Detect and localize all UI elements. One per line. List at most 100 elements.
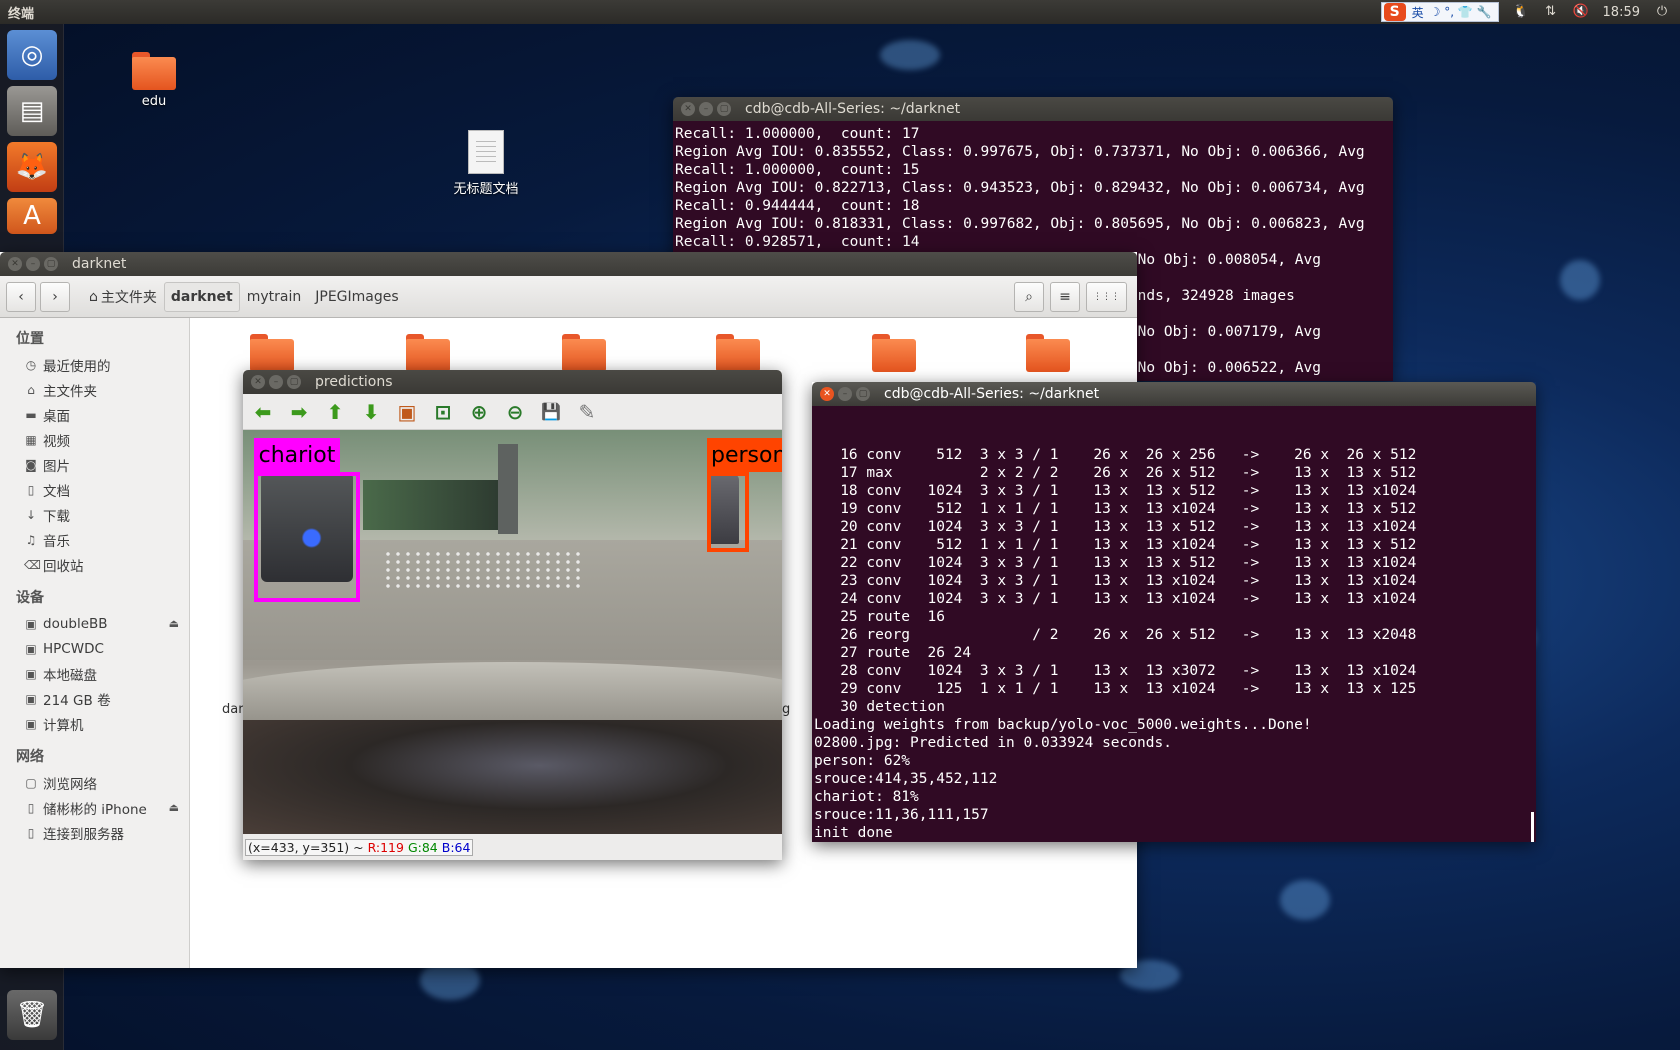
close-icon[interactable]: ✕ [251,375,265,389]
sidebar-item[interactable]: ▢ 浏览网络 [0,770,189,795]
sidebar-item-icon: ▣ [25,666,37,681]
trash-icon[interactable]: 🗑 [7,990,57,1040]
input-method-indicator[interactable]: S 英 ☽ °, 👕 🔧 [1380,2,1499,22]
sidebar-item[interactable]: ▣ 本地磁盘 [0,661,189,686]
predictions-titlebar[interactable]: ✕ – ▢ predictions [243,370,782,394]
terminal-front-titlebar[interactable]: ✕ – ▢ cdb@cdb-All-Series: ~/darknet [812,382,1536,406]
sidebar-item[interactable]: ♫ 音乐 [0,527,189,552]
eject-icon[interactable]: ⏏ [169,801,179,814]
folder-icon[interactable] [250,334,294,372]
sidebar-item[interactable]: ⌫ 回收站 [0,552,189,577]
eject-icon[interactable]: ⏏ [169,617,179,630]
zoom-reset-icon[interactable]: ▣ [395,400,419,424]
folder-icon[interactable] [716,334,760,372]
ime-extras: ☽ °, 👕 🔧 [1429,5,1492,19]
scene-balls [383,550,583,590]
sidebar-item[interactable]: ⌂ 主文件夹 [0,377,189,402]
folder-icon[interactable] [562,334,606,372]
zoom-out-icon[interactable]: ⊖ [503,400,527,424]
top-panel: 终端 S 英 ☽ °, 👕 🔧 🐧 ⇅ 🔇 18:59 ⏻ [0,0,1680,24]
sidebar-item-icon: ↓ [25,507,37,522]
maximize-icon[interactable]: ▢ [856,387,870,401]
file-manager-titlebar[interactable]: ✕ – ▢ darknet [0,252,1137,276]
terminal-back-titlebar[interactable]: ✕ – ▢ cdb@cdb-All-Series: ~/darknet [673,97,1393,121]
sidebar-item[interactable]: ▯ 连接到服务器 [0,820,189,845]
desktop-document[interactable]: 无标题文档 [444,130,528,197]
terminal-line: 18 conv 1024 3 x 3 / 1 13 x 13 x 512 -> … [814,483,1417,499]
terminal-line: 21 conv 512 1 x 1 / 1 13 x 13 x1024 -> 1… [814,537,1417,553]
pan-down-icon[interactable]: ⬇ [359,400,383,424]
maximize-icon[interactable]: ▢ [44,257,58,271]
network-icon[interactable]: ⇅ [1543,4,1559,20]
dash-icon[interactable]: ◎ [7,30,57,80]
list-view-icon[interactable]: ≡ [1050,281,1080,312]
sidebar-item[interactable]: ▯ 储彬彬的 iPhone ⏏ [0,795,189,820]
maximize-icon[interactable]: ▢ [717,102,731,116]
desktop-folder-label: edu [141,94,167,109]
predictions-window[interactable]: ✕ – ▢ predictions ⬅ ➡ ⬆ ⬇ ▣ ⊡ ⊕ ⊖ 💾 ✎ ch… [243,370,782,860]
sidebar-item[interactable]: ▣ 计算机 [0,711,189,736]
terminal-line: 27 route 26 24 [814,645,972,661]
firefox-icon[interactable]: 🦊 [7,142,57,192]
sidebar-item[interactable]: ▦ 视频 [0,427,189,452]
sidebar-item[interactable]: ◷ 最近使用的 [0,352,189,377]
clock[interactable]: 18:59 [1603,5,1640,20]
software-center-icon[interactable]: A [7,198,57,234]
pan-up-icon[interactable]: ⬆ [323,400,347,424]
folder-icon[interactable] [872,334,916,372]
sidebar-item[interactable]: ▣ doubleBB ⏏ [0,611,189,636]
minimize-icon[interactable]: – [838,387,852,401]
scene-foreground [243,720,782,834]
terminal-window-front[interactable]: ✕ – ▢ cdb@cdb-All-Series: ~/darknet 16 c… [812,382,1536,842]
sidebar-item-label: 音乐 [43,533,70,550]
minimize-icon[interactable]: – [26,257,40,271]
grid-view-icon[interactable]: ⋮⋮⋮ [1086,281,1127,312]
sidebar-item-icon: ◷ [25,357,37,372]
close-icon[interactable]: ✕ [681,102,695,116]
close-icon[interactable]: ✕ [8,257,22,271]
zoom-fit-icon[interactable]: ⊡ [431,400,455,424]
folder-icon[interactable] [406,334,450,372]
terminal-line: 20 conv 1024 3 x 3 / 1 13 x 13 x 512 -> … [814,519,1417,535]
pan-right-icon[interactable]: ➡ [287,400,311,424]
sidebar-item-icon: ▣ [25,616,37,631]
sidebar-item[interactable]: ▣ 214 GB 卷 [0,686,189,711]
sidebar-item-label: 文档 [43,483,70,500]
properties-icon[interactable]: ✎ [575,400,599,424]
sidebar-item-label: 储彬彬的 iPhone [43,801,147,818]
tux-icon[interactable]: 🐧 [1513,4,1529,20]
terminal-line: chariot: 81% [814,789,919,805]
sidebar-item[interactable]: ◙ 图片 [0,452,189,477]
minimize-icon[interactable]: – [699,102,713,116]
folder-icon[interactable] [1026,334,1070,372]
crumb-jpegimages[interactable]: JPEGImages [308,282,405,312]
maximize-icon[interactable]: ▢ [287,375,301,389]
crumb-mytrain[interactable]: mytrain [240,282,309,312]
terminal-front-output[interactable]: 16 conv 512 3 x 3 / 1 26 x 26 x 256 -> 2… [812,406,1536,842]
desktop-folder-edu[interactable]: edu [124,52,184,109]
sidebar-section-header: 网络 [16,749,44,765]
prediction-image[interactable]: chariot person [243,430,782,834]
sidebar-item-label: 桌面 [43,408,70,425]
volume-muted-icon[interactable]: 🔇 [1573,4,1589,20]
files-icon[interactable]: ▤ [7,86,57,136]
sidebar-item-icon: ▦ [25,432,37,447]
save-icon[interactable]: 💾 [539,400,563,424]
terminal-line: Region Avg IOU: 0.822713, Class: 0.94352… [675,180,1365,196]
minimize-icon[interactable]: – [269,375,283,389]
search-icon[interactable]: ⌕ [1014,281,1044,312]
terminal-scrollbar[interactable] [1531,812,1534,842]
forward-button[interactable]: › [40,281,70,312]
power-icon[interactable]: ⏻ [1654,4,1670,20]
sidebar-item[interactable]: ▣ HPCWDC [0,636,189,661]
pan-left-icon[interactable]: ⬅ [251,400,275,424]
close-icon[interactable]: ✕ [820,387,834,401]
folder-icon [132,52,176,90]
sidebar-item[interactable]: ↓ 下载 [0,502,189,527]
zoom-in-icon[interactable]: ⊕ [467,400,491,424]
sidebar-item[interactable]: ▬ 桌面 [0,402,189,427]
back-button[interactable]: ‹ [6,281,36,312]
sidebar-item[interactable]: ▯ 文档 [0,477,189,502]
crumb-darknet[interactable]: darknet [163,281,240,312]
crumb-home[interactable]: ⌂ 主文件夹 [82,282,164,312]
